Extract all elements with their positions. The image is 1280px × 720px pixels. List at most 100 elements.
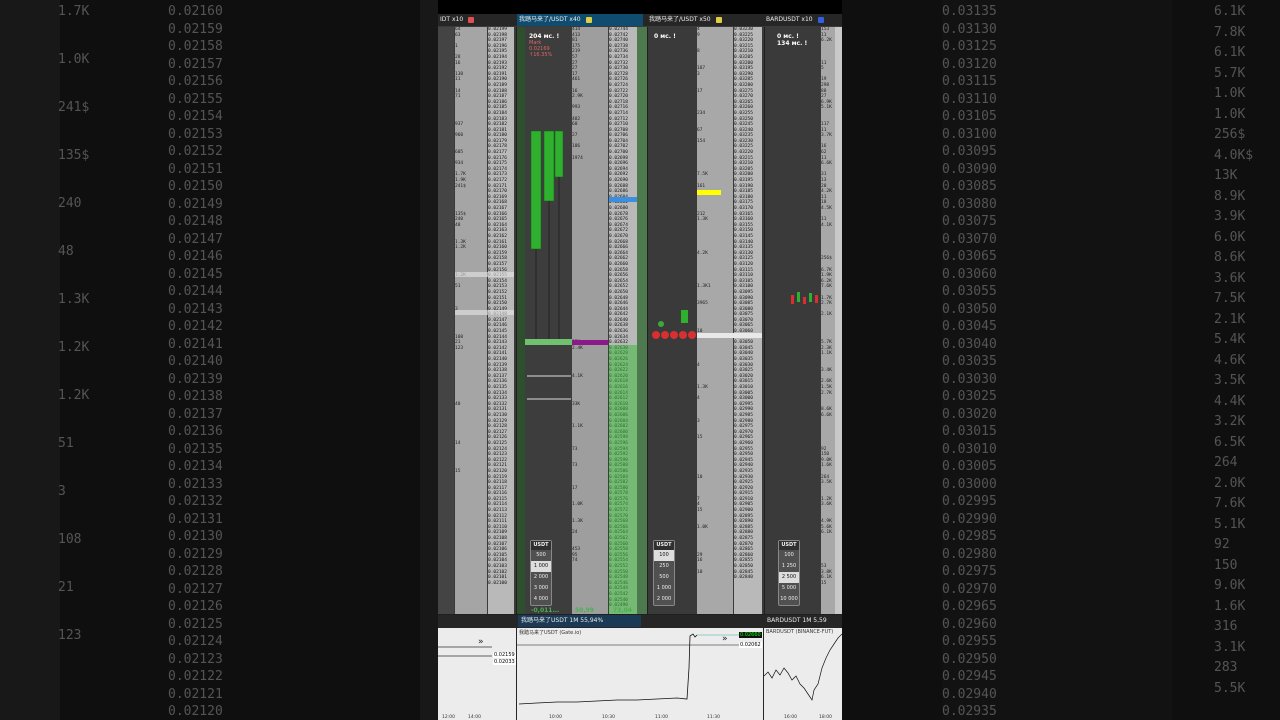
background-price-label: 0.02159 (168, 21, 223, 37)
size-option[interactable]: 500 (531, 550, 551, 561)
mini-chart-1[interactable]: 我踏马来了USDT (Gate.io) » 0.02660 0.02062 10… (517, 628, 763, 720)
price-series (518, 633, 698, 705)
size-option[interactable]: 4 000 (531, 594, 551, 605)
spread-marker (572, 340, 608, 345)
order-size-selector[interactable]: USDT 100 1 250 2 500 5 000 10 000 (778, 540, 800, 606)
size-option[interactable]: 5 000 (779, 583, 799, 594)
background-price-label: 0.03005 (942, 459, 997, 474)
background-price-label: 0.03030 (942, 371, 997, 387)
background-price-label: 0.02152 (168, 144, 223, 159)
background-price-label: 0.02135 (168, 441, 223, 457)
tab-label: 我踏马来了/USDT x50 (649, 16, 711, 23)
size-option[interactable]: 250 (654, 561, 674, 572)
price-sum: 73,04 (613, 607, 632, 614)
color-tag-icon[interactable] (585, 16, 592, 23)
background-volume-label: 1.2K (58, 340, 90, 355)
candle (791, 295, 794, 304)
background-price-label: 0.03100 (942, 126, 997, 142)
background-price-label: 0.03080 (942, 196, 997, 212)
background-price-label: 0.02123 (168, 651, 223, 667)
size-option[interactable]: 1 000 (654, 583, 674, 594)
background-price-label: 0.02149 (168, 196, 223, 212)
order-size-selector[interactable]: USDT 500 1 000 2 000 3 000 4 000 (530, 540, 552, 606)
background-price-label: 0.03135 (942, 4, 997, 19)
background-price-label: 0.02148 (168, 214, 223, 229)
background-volume-label: 6.1K (1214, 45, 1246, 60)
price-series (764, 633, 842, 701)
chart-title: 我踏马来了USDT (Gate.io) (519, 630, 582, 636)
size-option[interactable]: 10 000 (779, 594, 799, 605)
volume-column: 414 413 81 175 219 57 27 27 17 461 16 2.… (572, 27, 608, 614)
mini-chart-0[interactable]: » 0.02159 0.02033 12:00 14:00 (438, 628, 516, 720)
background-price-label: 0.03070 (942, 231, 997, 247)
background-price-label: 0.02151 (168, 161, 223, 177)
size-option[interactable]: 100 (779, 550, 799, 561)
background-price-label: 0.02158 (168, 39, 223, 54)
dom-pane-1[interactable]: 64 63 1 28 16 130 11 14 71 937 960 605 9… (438, 27, 516, 614)
background-price-label: 0.02136 (168, 424, 223, 439)
size-currency-label: USDT (654, 541, 674, 550)
dom-pane-2[interactable]: 204 мс. ! Mark 0.02169 ↑16.35% 414 413 8… (517, 27, 647, 614)
trade-bubble (688, 331, 696, 339)
background-volume-label: 3.5K (1214, 373, 1246, 388)
background-price-label: 0.02945 (942, 669, 997, 684)
background-volume-label: 92 (1214, 537, 1230, 552)
background-price-label: 0.03025 (942, 389, 997, 404)
mini-chart-2[interactable]: BARDUSDT (BINANCE-FUT) 16:00 18:00 (764, 628, 842, 720)
dom-pane-3[interactable]: 0 мс. ! 4 9 8 187 3 17 234 67 154 7.5K 1… (648, 27, 764, 614)
tab-pane-4[interactable]: BARDUSDT x10 (764, 14, 842, 26)
background-price-label: 0.03095 (942, 144, 997, 159)
candle (809, 293, 812, 302)
size-option[interactable]: 2 000 (654, 594, 674, 605)
size-option[interactable]: 1 250 (779, 561, 799, 572)
double-chevron-icon: » (722, 634, 728, 644)
background-volume-label: 4.6K (1214, 352, 1246, 368)
tab-pane-1[interactable]: IDT x10 (438, 14, 518, 26)
color-tag-icon[interactable] (715, 16, 722, 23)
tab-pane-3[interactable]: 我踏马来了/USDT x50 (647, 14, 765, 26)
highlight-row (455, 310, 514, 315)
size-currency-label: USDT (779, 541, 799, 550)
background-price-label: 0.02133 (168, 476, 223, 492)
time-tick: 18:00 (819, 715, 832, 720)
close-icon[interactable] (468, 16, 475, 23)
size-option[interactable]: 2 000 (531, 572, 551, 583)
size-option[interactable]: 3 000 (531, 583, 551, 594)
background-volume-label: 108 (58, 532, 82, 547)
tab-chart-1[interactable]: 我踏马来了USDT 1M 55,94% (518, 615, 641, 627)
background-price-label: 0.03035 (942, 354, 997, 369)
background-price-label: 0.02134 (168, 459, 223, 474)
background-price-label: 0.02128 (168, 564, 223, 579)
background-volume-label: 21 (58, 580, 74, 595)
tab-pane-2[interactable]: 我踏马来了/USDT x40 (517, 14, 643, 26)
size-option[interactable]: 500 (654, 572, 674, 583)
order-size-selector[interactable]: USDT 100 250 500 1 000 2 000 (653, 540, 675, 606)
background-price-label: 0.02154 (168, 109, 223, 124)
background-price-label: 0.02140 (168, 354, 223, 369)
background-volume-label: 2.0K (1214, 475, 1246, 491)
background-volume-label: 6.0K (1214, 229, 1246, 245)
background-volume-label: 4.4K (1214, 393, 1246, 409)
background-volume-label: 8.6K (1214, 250, 1246, 265)
size-option[interactable]: 1 000 (531, 561, 551, 572)
tab-chart-2[interactable]: BARDUSDT 1M 5,59 (764, 615, 842, 627)
dom-pane-4[interactable]: 0 мс. ! 134 мс. ! 153 11 6.2K 11 5 19 29… (765, 27, 842, 614)
latency-label: 204 мс. ! (529, 33, 560, 40)
pane-tab-bar: IDT x10 我踏马来了/USDT x40 我踏马来了/USDT x50 BA… (438, 14, 842, 27)
size-option[interactable]: 2 500 (779, 572, 799, 583)
background-volume-label: 5.4K (1214, 332, 1246, 347)
background-price-label: 0.02155 (168, 91, 223, 107)
trade-bubble (670, 331, 678, 339)
trade-bubble (661, 331, 669, 339)
background-volume-label: 3.9K (1214, 209, 1246, 224)
trade-bubble (658, 321, 664, 327)
volume-column: 64 63 1 28 16 130 11 14 71 937 960 605 9… (455, 27, 487, 614)
background-right-blur: 0.03135 0.03130 0.03125 0.03120 0.03115 0.031… (842, 0, 1280, 720)
background-price-label: 0.02965 (942, 599, 997, 614)
background-volume-label: 8.9K (1214, 188, 1246, 204)
background-price-label: 0.03015 (942, 424, 997, 439)
color-tag-icon[interactable] (817, 16, 824, 23)
background-volume-label: 1.7K (58, 4, 90, 19)
bid-zone (609, 345, 637, 614)
size-option[interactable]: 100 (654, 550, 674, 561)
